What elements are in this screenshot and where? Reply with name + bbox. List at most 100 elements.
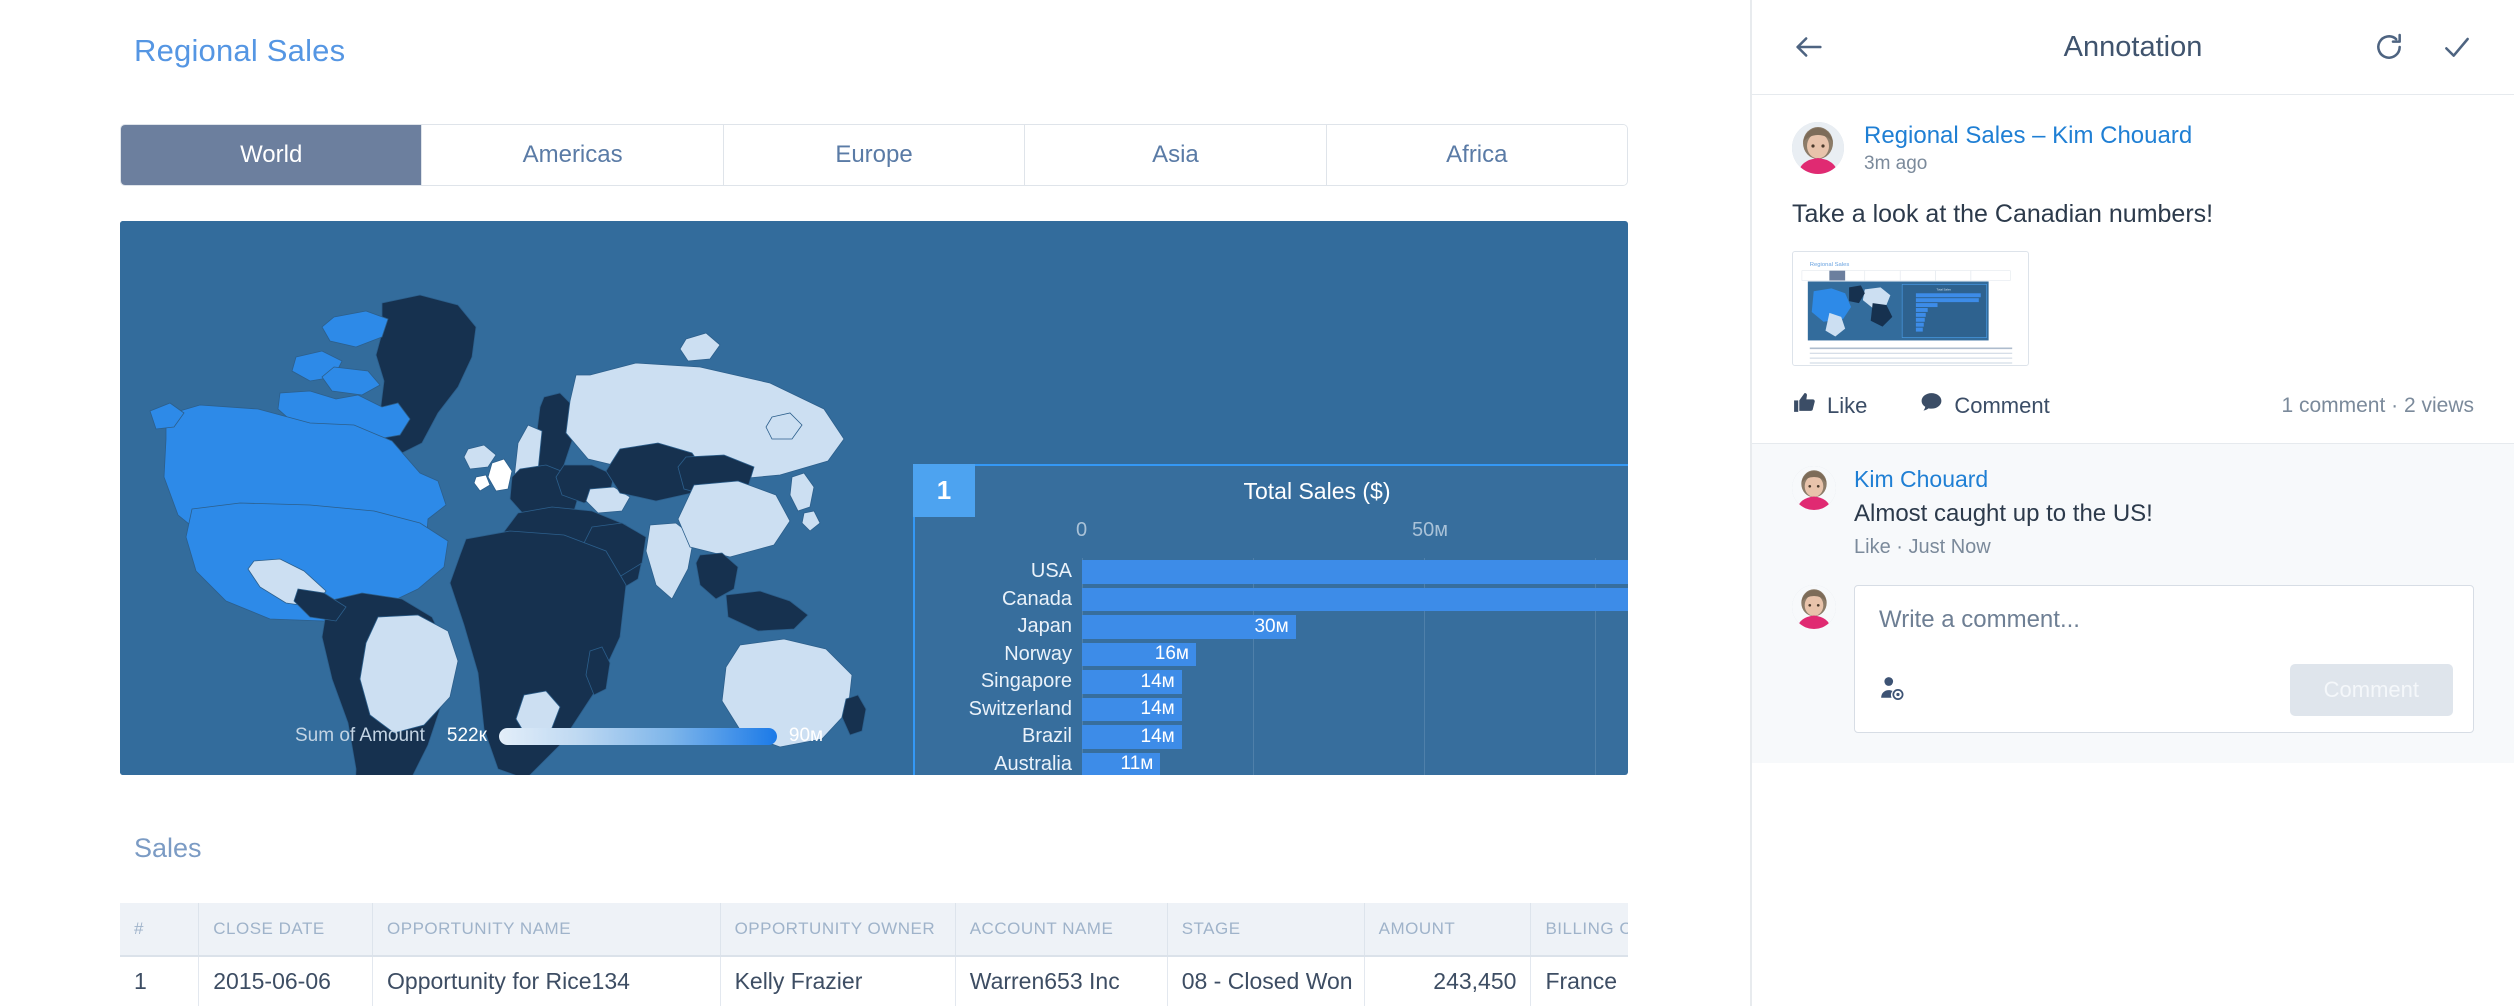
bar-track: 14м [1082, 668, 1628, 696]
like-button[interactable]: Like [1792, 390, 1867, 421]
comment-timestamp: Just Now [1908, 536, 1991, 558]
bar-fill[interactable]: 16м [1082, 642, 1196, 666]
comment-meta-separator: · [1896, 536, 1903, 558]
bar-row[interactable]: Australia 11м [915, 751, 1628, 775]
bar-fill[interactable]: 14м [1082, 670, 1182, 694]
bar-row[interactable]: Canada 89м [915, 586, 1628, 614]
bar-row[interactable]: USA 90м [915, 558, 1628, 586]
tab-europe[interactable]: Europe [723, 125, 1026, 185]
post-header: Regional Sales – Kim Chouard 3m ago [1792, 122, 2474, 175]
bar-category-label: Australia [994, 752, 1072, 775]
bar-fill[interactable]: 11м [1082, 752, 1161, 775]
comment-author-link[interactable]: Kim Chouard [1854, 466, 2153, 493]
dashboard-panel: Regional Sales World Americas Europe Asi… [0, 0, 1752, 1006]
tab-asia[interactable]: Asia [1025, 125, 1327, 185]
comment-like-link[interactable]: Like [1854, 536, 1891, 558]
comment-button[interactable]: Comment [1919, 390, 2050, 421]
tab-americas[interactable]: Americas [422, 125, 724, 185]
bar-category-label: Switzerland [968, 697, 1072, 720]
arrow-left-icon[interactable] [1790, 28, 1828, 66]
comment-input-box[interactable]: Comment [1854, 585, 2474, 733]
legend-gradient-wrap: 522к 90м [447, 725, 823, 747]
app-root: Regional Sales World Americas Europe Asi… [0, 0, 2514, 1006]
visualization-panel: Sum of Amount 522к 90м 1 Total Sales ($)… [120, 221, 1628, 775]
bar-row[interactable]: Singapore 14м [915, 668, 1628, 696]
comment-avatar[interactable] [1792, 466, 1836, 510]
refresh-icon[interactable] [2370, 28, 2408, 66]
col-account-name[interactable]: ACCOUNT NAME [955, 903, 1168, 957]
col-stage[interactable]: STAGE [1167, 903, 1365, 957]
annotation-panel: Annotation Regional Sales – Kim Chouard … [1752, 0, 2514, 1006]
post-timestamp: 3m ago [1864, 153, 1928, 174]
svg-text:Regional Sales: Regional Sales [1810, 262, 1850, 268]
bar-fill[interactable]: 14м [1082, 725, 1182, 749]
col-index[interactable]: # [120, 903, 200, 957]
col-billing-country[interactable]: BILLING COUNTRY [1530, 903, 1628, 957]
cell-index: 1 [120, 956, 200, 1006]
bar-value-label: 11м [1120, 753, 1154, 775]
bar-category-label: Brazil [1021, 725, 1072, 748]
bar-fill[interactable]: 89м [1082, 587, 1628, 611]
comment-input[interactable] [1879, 606, 2449, 634]
bar-fill[interactable]: 30м [1082, 615, 1296, 639]
post-body-text: Take a look at the Canadian numbers! [1792, 200, 2214, 228]
tab-world[interactable]: World [121, 125, 423, 185]
comments-section: Kim Chouard Almost caught up to the US! … [1752, 443, 2514, 763]
bar-row[interactable]: Brazil 14м [915, 723, 1628, 751]
comment-composer: Comment [1792, 559, 2474, 763]
chart-x-axis: 0 50м [915, 519, 1628, 547]
bar-row[interactable]: Switzerland 14м [915, 696, 1628, 724]
x-tick-50m: 50м [1412, 519, 1448, 541]
post-actions: Like Comment 1 comment · 2 views [1752, 366, 2514, 443]
composer-footer: Comment [1879, 664, 2453, 716]
speech-bubble-icon [1919, 390, 1944, 421]
bar-track: 14м [1082, 723, 1628, 751]
chart-title: Total Sales ($) [1243, 478, 1391, 504]
bar-category-label: Japan [1017, 615, 1073, 638]
cell-account-name: Warren653 Inc [955, 956, 1168, 1006]
bar-track: 11м [1082, 751, 1628, 775]
sales-section-title: Sales [134, 833, 202, 863]
comment-meta: Like · Just Now [1854, 536, 2153, 559]
bar-track: 30м [1082, 613, 1628, 641]
avatar[interactable] [1792, 122, 1844, 174]
cell-amount: 243,450 [1364, 956, 1532, 1006]
bar-track: 16м [1082, 641, 1628, 669]
comment-content: Kim Chouard Almost caught up to the US! … [1854, 466, 2153, 559]
bar-track: 90м [1082, 558, 1628, 586]
comment-item: Kim Chouard Almost caught up to the US! … [1792, 466, 2474, 559]
cell-opportunity-name: Opportunity for Rice134 [372, 956, 721, 1006]
tab-africa[interactable]: Africa [1326, 125, 1627, 185]
table-row[interactable]: 1 2015-06-06 Opportunity for Rice134 Kel… [120, 956, 1628, 1006]
mention-user-icon[interactable] [1879, 675, 1905, 706]
bar-value-label: 14м [1140, 698, 1175, 720]
bar-row[interactable]: Norway 16м [915, 641, 1628, 669]
legend-gradient-bar [498, 727, 777, 745]
bar-fill[interactable]: 90м [1082, 560, 1628, 584]
composer-avatar[interactable] [1792, 585, 1836, 629]
svg-text:Total Sales: Total Sales [1937, 287, 1952, 291]
sales-table: # CLOSE DATE OPPORTUNITY NAME OPPORTUNIT… [120, 903, 1628, 1006]
col-opportunity-name[interactable]: OPPORTUNITY NAME [372, 903, 721, 957]
col-amount[interactable]: AMOUNT [1364, 903, 1532, 957]
bar-row[interactable]: Japan 30м [915, 613, 1628, 641]
col-opportunity-owner[interactable]: OPPORTUNITY OWNER [720, 903, 956, 957]
annotation-body: Regional Sales – Kim Chouard 3m ago Take… [1752, 95, 2514, 1006]
engagement-counts: 1 comment · 2 views [2281, 393, 2474, 417]
post-author-link[interactable]: Regional Sales – Kim Chouard [1864, 122, 2192, 150]
total-sales-bar-chart[interactable]: 1 Total Sales ($) 0 50м USA90мCanada89мJ… [913, 464, 1628, 775]
bar-fill[interactable]: 14м [1082, 697, 1182, 721]
post-attachment-thumbnail[interactable]: Regional Sales Total Sales [1792, 251, 2029, 366]
comment-label: Comment [1954, 392, 2050, 418]
annotation-header: Annotation [1752, 0, 2514, 95]
submit-comment-button[interactable]: Comment [2289, 664, 2453, 716]
bar-category-label: Norway [1004, 642, 1072, 665]
world-map[interactable] [120, 221, 900, 775]
cell-close-date: 2015-06-06 [198, 956, 374, 1006]
table-header-row: # CLOSE DATE OPPORTUNITY NAME OPPORTUNIT… [120, 903, 1628, 957]
col-close-date[interactable]: CLOSE DATE [198, 903, 374, 957]
check-icon[interactable] [2438, 28, 2476, 66]
sales-table-wrapper[interactable]: # CLOSE DATE OPPORTUNITY NAME OPPORTUNIT… [120, 903, 1628, 1006]
thumbs-up-icon [1792, 390, 1817, 421]
bar-value-label: 14м [1140, 670, 1175, 692]
